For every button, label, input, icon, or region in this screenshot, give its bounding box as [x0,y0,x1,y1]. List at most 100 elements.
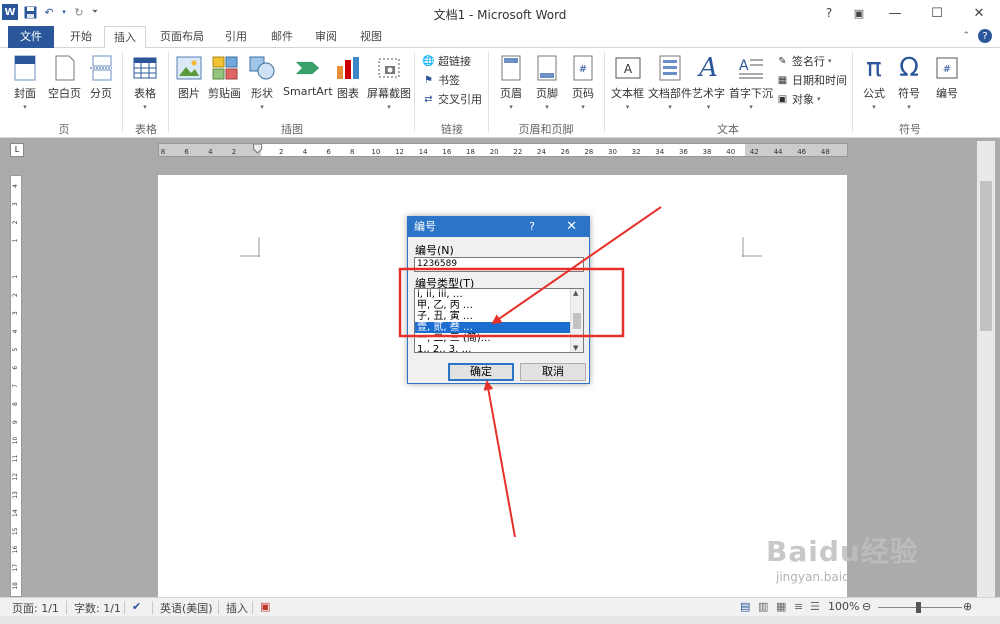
symbol-button[interactable]: Ω 符号 ▾ [896,53,922,111]
ribbon-display-icon[interactable]: ▣ [844,0,874,26]
svg-text:A: A [623,62,632,76]
quick-parts-button[interactable]: 文档部件 ▾ [648,54,692,111]
number-type-list[interactable]: i, ii, iii, … 甲, 乙, 丙 … 子, 丑, 寅 … 壹, 贰, … [414,288,584,353]
insert-mode[interactable]: 插入 [226,600,248,616]
ruler-tick-label: 15 [12,527,19,535]
watermark-main: Baidu经验 [766,535,919,568]
page-number-button[interactable]: # 页码 ▾ [570,54,596,111]
list-item-selected[interactable]: 壹, 贰, 叁 … [415,322,583,333]
drop-cap-button[interactable]: A 首字下沉 ▾ [729,54,773,111]
zoom-out-icon[interactable]: ⊖ [862,600,871,613]
ruler-tick-label: 12 [12,473,19,481]
page-break-button[interactable]: 分页 [88,54,114,101]
hyperlink-button[interactable]: 🌐 超链接 [422,53,471,69]
page-count[interactable]: 页面: 1/1 [12,600,59,616]
ruler-tick-label: 6 [326,148,331,156]
header-button[interactable]: 页眉 ▾ [498,54,524,111]
dialog-close-button[interactable]: ✕ [566,217,577,237]
dialog-help-button[interactable]: ? [529,217,535,237]
clip-art-button[interactable]: 剪贴画 [208,54,241,101]
tab-view[interactable]: 视图 [351,26,391,48]
date-time-button[interactable]: ▦ 日期和时间 [776,72,847,88]
list-scroll-thumb[interactable] [573,313,581,329]
wordart-button[interactable]: A 艺术字 ▾ [692,53,725,111]
signature-line-icon: ✎ [778,55,787,67]
cover-page-button[interactable]: 封面 ▾ [12,54,38,111]
vertical-ruler[interactable]: 4 3 2 1 1 2 3 4 5 6 7 8 9 10 11 12 13 14 15 16 17 18 [10,175,22,597]
ruler-tick-label: 40 [726,148,735,156]
full-screen-reading-icon[interactable]: ▥ [758,600,768,613]
list-item[interactable]: 甲, 乙, 丙 … [415,300,583,311]
tab-selector-icon[interactable]: L [10,143,24,157]
close-window-button[interactable]: ✕ [958,0,1000,26]
numbering-dialog: 编号 ? ✕ 编号(N) 1236589 编号类型(T) i, ii, iii,… [407,216,590,384]
status-bar: 页面: 1/1 字数: 1/1 ✔ 英语(美国) 插入 ▣ ▤ ▥ ▦ ≡ ☰ … [0,597,1000,616]
footer-button[interactable]: 页脚 ▾ [534,54,560,111]
list-item[interactable]: 子, 丑, 寅 … [415,311,583,322]
svg-text:#: # [943,64,951,75]
language[interactable]: 英语(美国) [160,600,213,616]
word-count[interactable]: 字数: 1/1 [74,600,121,616]
zoom-in-icon[interactable]: ⊕ [963,600,972,613]
picture-button[interactable]: 图片 [176,54,202,101]
baidu-watermark: Baidu经验 jingyan.baidu.com [766,530,919,584]
maximize-button[interactable]: ☐ [916,0,958,26]
outline-view-icon[interactable]: ≡ [794,600,803,613]
vertical-scrollbar[interactable] [977,141,995,597]
shapes-button[interactable]: 形状 ▾ [249,54,275,111]
ruler-tick-label: 10 [371,148,380,156]
smartart-button[interactable]: SmartArt [283,54,333,98]
indent-marker[interactable] [253,144,263,154]
web-layout-icon[interactable]: ▦ [776,600,786,613]
text-box-button[interactable]: A 文本框 ▾ [611,54,644,111]
equation-button[interactable]: π 公式 ▾ [861,53,887,111]
table-button[interactable]: 表格 ▾ [132,54,158,111]
ruler-tick-label: 14 [12,509,19,517]
object-icon: ▣ [777,93,788,105]
signature-line-button[interactable]: ✎ 签名行 ▾ [776,53,831,69]
scroll-down-icon[interactable]: ▼ [573,344,578,352]
zoom-slider-thumb[interactable] [916,602,921,613]
draft-view-icon[interactable]: ☰ [810,600,820,613]
horizontal-ruler[interactable]: 8 6 4 2 2 4 6 8 10 12 14 16 18 20 22 24 26 28 30 32 34 36 38 40… [158,143,848,157]
cross-reference-button[interactable]: ⇄ 交叉引用 [422,91,482,107]
spelling-check-icon[interactable]: ✔ [132,600,141,613]
cancel-button[interactable]: 取消 [520,363,586,381]
scrollbar-thumb[interactable] [980,181,992,331]
print-layout-icon[interactable]: ▤ [740,600,750,613]
tab-home[interactable]: 开始 [62,26,100,48]
macro-record-icon[interactable]: ▣ [260,600,270,613]
tab-page-layout[interactable]: 页面布局 [154,26,210,48]
help-icon[interactable]: ? [978,29,992,43]
ruler-tick-label: 46 [797,148,806,156]
blank-page-button[interactable]: 空白页 [48,54,81,101]
minimize-button[interactable]: — [874,0,916,26]
tab-review[interactable]: 审阅 [306,26,346,48]
tab-insert[interactable]: 插入 [104,26,146,49]
object-button[interactable]: ▣ 对象 ▾ [776,91,821,107]
bookmark-button[interactable]: ⚑ 书签 [422,72,460,88]
cover-page-icon [12,54,38,82]
scroll-up-icon[interactable]: ▲ [573,289,578,297]
list-item[interactable]: i, ii, iii, … [415,289,583,300]
collapse-ribbon-icon[interactable]: ⌃ [962,31,970,41]
list-item[interactable]: 1., 2., 3. … [415,344,583,352]
number-input[interactable]: 1236589 [414,257,584,272]
screenshot-button[interactable]: 屏幕截图 ▾ [367,54,411,111]
tab-file[interactable]: 文件 [8,26,54,48]
list-item[interactable]: 一, 二, 三 (简)… [415,333,583,344]
ruler-tick-label: 5 [12,347,19,351]
ruler-tick-label: 10 [12,436,19,444]
zoom-level[interactable]: 100% [828,600,859,613]
tab-references[interactable]: 引用 [216,26,256,48]
ribbon-tabs: 文件 开始 插入 页面布局 引用 邮件 审阅 视图 ⌃ ? [0,26,1000,49]
chart-button[interactable]: 图表 [335,54,361,101]
ruler-tick-label: 11 [12,455,19,463]
tab-mailings[interactable]: 邮件 [262,26,302,48]
help-title-icon[interactable]: ? [814,0,844,26]
ok-button[interactable]: 确定 [448,363,514,381]
list-scrollbar[interactable]: ▲ ▼ [570,289,583,352]
ruler-tick-label: 4 [208,148,213,156]
ruler-tick-label: 3 [12,311,19,315]
number-button[interactable]: # 编号 [934,54,960,101]
